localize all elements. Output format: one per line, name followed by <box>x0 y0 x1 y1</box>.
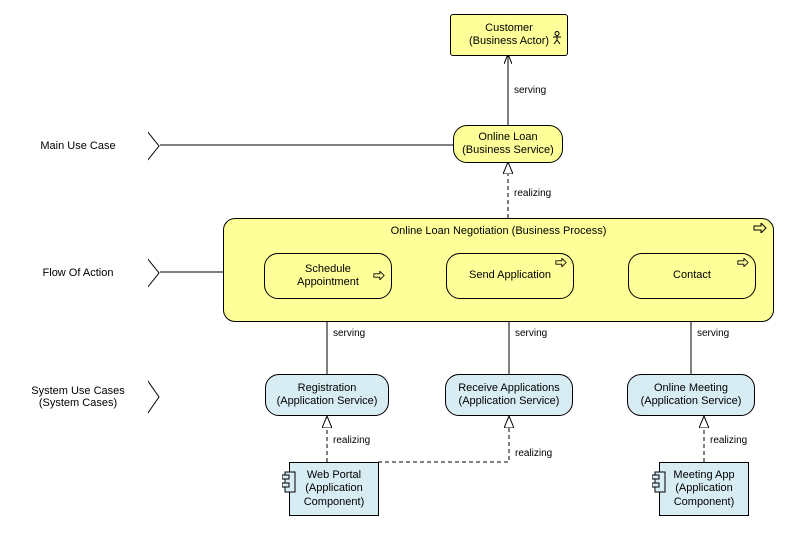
node-schedule-text: Schedule Appointment <box>297 263 359 289</box>
label-system-use-cases: System Use Cases (System Cases) <box>8 373 148 421</box>
node-receive-app[interactable]: Receive Applications (Application Servic… <box>445 374 573 416</box>
edge-serving-3: serving <box>515 328 547 339</box>
label-main-use-case-text: Main Use Case <box>40 140 115 152</box>
node-process[interactable]: Online Loan Negotiation (Business Proces… <box>223 218 774 322</box>
edge-serving-2: serving <box>333 328 365 339</box>
node-receive-app-text: Receive Applications (Application Servic… <box>458 382 560 408</box>
label-system-text: System Use Cases (System Cases) <box>31 385 125 409</box>
node-meeting-app-text: Meeting App (Application Component) <box>673 469 734 509</box>
component-icon-2 <box>652 471 666 493</box>
process-arrow-icon <box>753 223 767 236</box>
diagram-canvas: Main Use Case Flow Of Action System Use … <box>0 0 793 535</box>
node-meeting-app[interactable]: Meeting App (Application Component) <box>659 462 749 516</box>
node-web-portal-text: Web Portal (Application Component) <box>304 469 365 509</box>
node-contact-text: Contact <box>673 269 711 282</box>
label-main-use-case: Main Use Case <box>8 125 148 167</box>
edge-realizing-4: realizing <box>710 435 747 446</box>
component-icon <box>282 471 296 493</box>
node-web-portal[interactable]: Web Portal (Application Component) <box>289 462 379 516</box>
edge-serving-1: serving <box>514 85 546 96</box>
node-send-app[interactable]: Send Application <box>446 253 574 299</box>
node-registration[interactable]: Registration (Application Service) <box>265 374 389 416</box>
label-flow-of-action: Flow Of Action <box>8 252 148 294</box>
edge-serving-4: serving <box>697 328 729 339</box>
node-customer-text: Customer (Business Actor) <box>469 22 549 48</box>
node-online-meeting-text: Online Meeting (Application Service) <box>641 382 742 408</box>
node-online-loan-text: Online Loan (Business Service) <box>462 131 554 157</box>
label-flow-text: Flow Of Action <box>43 267 114 279</box>
actor-icon <box>552 18 562 48</box>
sendapp-arrow-icon <box>555 258 567 271</box>
node-send-app-text: Send Application <box>469 269 551 282</box>
node-customer[interactable]: Customer (Business Actor) <box>450 14 568 56</box>
edge-realizing-1: realizing <box>514 188 551 199</box>
node-online-loan[interactable]: Online Loan (Business Service) <box>453 125 563 163</box>
edge-realizing-3: realizing <box>515 448 552 459</box>
process-title: Online Loan Negotiation (Business Proces… <box>224 225 773 237</box>
contact-arrow-icon <box>737 258 749 271</box>
schedule-arrow-icon <box>373 258 385 284</box>
node-online-meeting[interactable]: Online Meeting (Application Service) <box>627 374 755 416</box>
node-schedule[interactable]: Schedule Appointment <box>264 253 392 299</box>
edge-realizing-2: realizing <box>333 435 370 446</box>
node-registration-text: Registration (Application Service) <box>277 382 378 408</box>
node-contact[interactable]: Contact <box>628 253 756 299</box>
